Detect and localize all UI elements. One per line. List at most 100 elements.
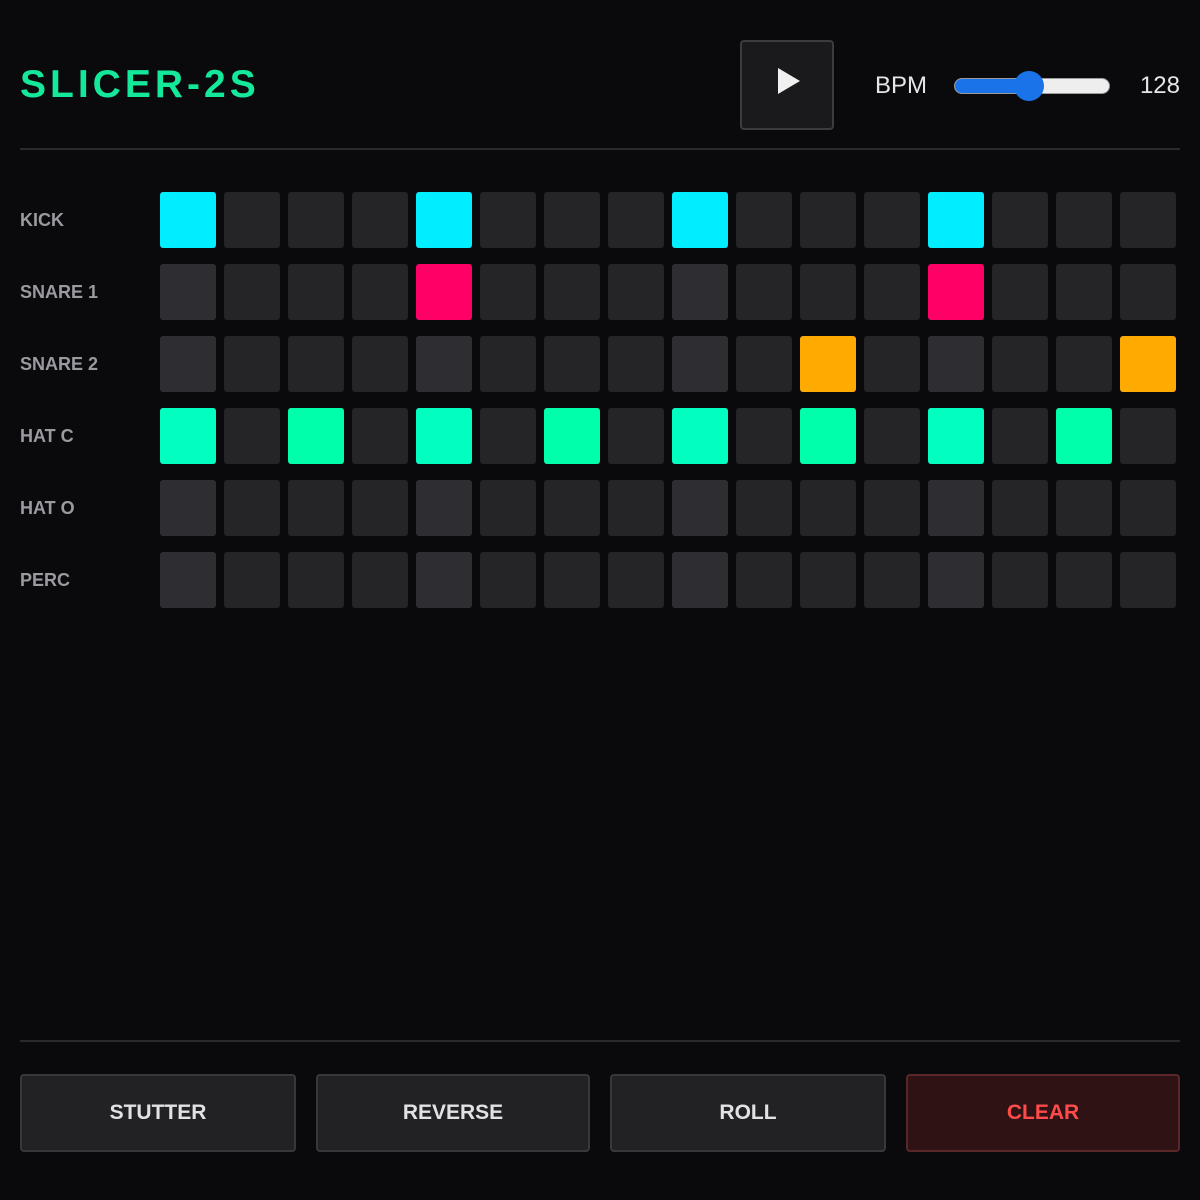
step-pad[interactable] bbox=[608, 192, 664, 248]
step-pad[interactable] bbox=[352, 336, 408, 392]
step-pad[interactable] bbox=[864, 480, 920, 536]
step-pad[interactable] bbox=[224, 336, 280, 392]
step-pad[interactable] bbox=[800, 552, 856, 608]
step-pad[interactable] bbox=[992, 192, 1048, 248]
step-pad[interactable] bbox=[480, 552, 536, 608]
step-pad-active[interactable] bbox=[416, 192, 472, 248]
step-pad[interactable] bbox=[480, 408, 536, 464]
step-pad[interactable] bbox=[736, 408, 792, 464]
step-pad-active[interactable] bbox=[416, 408, 472, 464]
step-pad[interactable] bbox=[224, 552, 280, 608]
step-pad[interactable] bbox=[160, 264, 216, 320]
bpm-slider[interactable] bbox=[954, 71, 1110, 101]
step-pad[interactable] bbox=[1056, 552, 1112, 608]
step-pad[interactable] bbox=[736, 480, 792, 536]
step-pad[interactable] bbox=[288, 192, 344, 248]
step-pad[interactable] bbox=[992, 480, 1048, 536]
step-pad[interactable] bbox=[1120, 408, 1176, 464]
step-pad[interactable] bbox=[864, 552, 920, 608]
step-pad[interactable] bbox=[1056, 264, 1112, 320]
step-pad[interactable] bbox=[160, 336, 216, 392]
step-pad[interactable] bbox=[352, 408, 408, 464]
step-pad-active[interactable] bbox=[800, 408, 856, 464]
step-pad[interactable] bbox=[672, 264, 728, 320]
roll-button[interactable]: ROLL bbox=[610, 1074, 886, 1152]
step-pad[interactable] bbox=[352, 264, 408, 320]
step-pad-active[interactable] bbox=[672, 408, 728, 464]
step-pad[interactable] bbox=[352, 480, 408, 536]
step-pad[interactable] bbox=[864, 264, 920, 320]
step-pad[interactable] bbox=[736, 192, 792, 248]
step-pad[interactable] bbox=[224, 264, 280, 320]
step-pad[interactable] bbox=[544, 552, 600, 608]
step-pad[interactable] bbox=[544, 264, 600, 320]
step-pad[interactable] bbox=[608, 480, 664, 536]
step-pad[interactable] bbox=[352, 552, 408, 608]
step-pad[interactable] bbox=[928, 480, 984, 536]
step-pad[interactable] bbox=[992, 408, 1048, 464]
play-button[interactable] bbox=[740, 40, 834, 130]
step-pad[interactable] bbox=[608, 336, 664, 392]
step-pad[interactable] bbox=[224, 408, 280, 464]
step-pad[interactable] bbox=[864, 192, 920, 248]
step-pad[interactable] bbox=[544, 192, 600, 248]
step-pad[interactable] bbox=[608, 264, 664, 320]
step-pad[interactable] bbox=[288, 480, 344, 536]
step-pad-active[interactable] bbox=[544, 408, 600, 464]
step-pad[interactable] bbox=[1056, 192, 1112, 248]
step-pad[interactable] bbox=[224, 192, 280, 248]
step-pad[interactable] bbox=[416, 480, 472, 536]
step-pad[interactable] bbox=[544, 480, 600, 536]
step-pad[interactable] bbox=[800, 480, 856, 536]
step-pad[interactable] bbox=[288, 264, 344, 320]
step-pad[interactable] bbox=[288, 552, 344, 608]
step-pad[interactable] bbox=[928, 336, 984, 392]
reverse-button[interactable]: REVERSE bbox=[316, 1074, 590, 1152]
step-pad[interactable] bbox=[224, 480, 280, 536]
step-pad-active[interactable] bbox=[928, 192, 984, 248]
step-pad[interactable] bbox=[928, 552, 984, 608]
step-pad-active[interactable] bbox=[928, 408, 984, 464]
step-pad[interactable] bbox=[864, 408, 920, 464]
step-pad[interactable] bbox=[416, 336, 472, 392]
step-pad[interactable] bbox=[1120, 480, 1176, 536]
step-pad-active[interactable] bbox=[928, 264, 984, 320]
step-pad-active[interactable] bbox=[1056, 408, 1112, 464]
step-pad[interactable] bbox=[352, 192, 408, 248]
step-pad[interactable] bbox=[544, 336, 600, 392]
step-pad[interactable] bbox=[480, 480, 536, 536]
step-pad-active[interactable] bbox=[160, 192, 216, 248]
step-pad[interactable] bbox=[800, 192, 856, 248]
step-pad[interactable] bbox=[800, 264, 856, 320]
step-pad[interactable] bbox=[608, 408, 664, 464]
step-pad-active[interactable] bbox=[672, 192, 728, 248]
step-pad[interactable] bbox=[1120, 552, 1176, 608]
step-pad[interactable] bbox=[736, 552, 792, 608]
step-pad[interactable] bbox=[736, 336, 792, 392]
step-pad[interactable] bbox=[160, 480, 216, 536]
step-pad[interactable] bbox=[992, 336, 1048, 392]
step-pad[interactable] bbox=[992, 552, 1048, 608]
step-pad[interactable] bbox=[1056, 336, 1112, 392]
clear-button[interactable]: CLEAR bbox=[906, 1074, 1180, 1152]
step-pad[interactable] bbox=[1120, 192, 1176, 248]
step-pad[interactable] bbox=[1120, 264, 1176, 320]
step-pad[interactable] bbox=[416, 552, 472, 608]
step-pad-active[interactable] bbox=[800, 336, 856, 392]
step-pad[interactable] bbox=[1056, 480, 1112, 536]
step-pad[interactable] bbox=[672, 336, 728, 392]
step-pad[interactable] bbox=[736, 264, 792, 320]
step-pad[interactable] bbox=[160, 552, 216, 608]
step-pad[interactable] bbox=[608, 552, 664, 608]
step-pad-active[interactable] bbox=[288, 408, 344, 464]
bpm-slider-thumb[interactable] bbox=[1013, 71, 1044, 101]
step-pad[interactable] bbox=[672, 480, 728, 536]
step-pad[interactable] bbox=[480, 192, 536, 248]
step-pad-active[interactable] bbox=[1120, 336, 1176, 392]
step-pad[interactable] bbox=[864, 336, 920, 392]
step-pad-active[interactable] bbox=[160, 408, 216, 464]
step-pad[interactable] bbox=[480, 264, 536, 320]
step-pad[interactable] bbox=[672, 552, 728, 608]
step-pad[interactable] bbox=[480, 336, 536, 392]
step-pad[interactable] bbox=[288, 336, 344, 392]
